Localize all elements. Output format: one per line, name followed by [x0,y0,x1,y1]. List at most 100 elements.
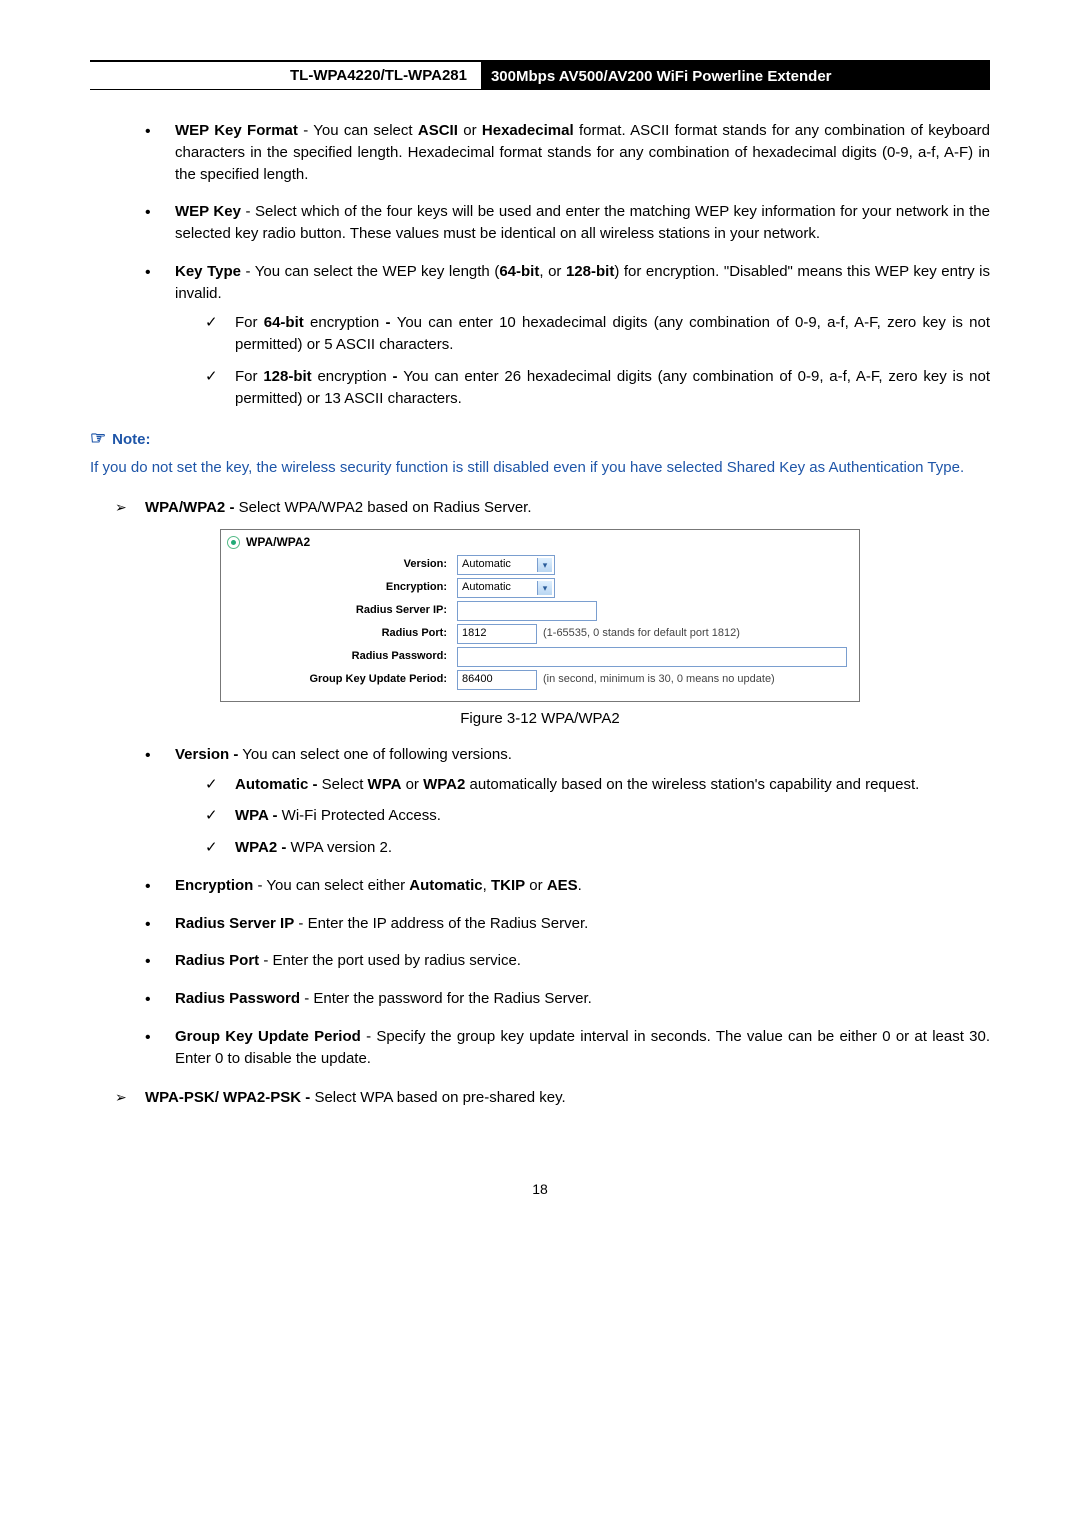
content: WEP Key Format - You can select ASCII or… [90,120,990,1200]
t: - Enter the IP address of the Radius Ser… [294,915,588,932]
t: WPA version 2. [286,839,392,856]
fig-title-row: WPA/WPA2 [227,534,853,551]
lbl: Encryption: [227,580,457,596]
wep-key-format-item: WEP Key Format - You can select ASCII or… [145,120,990,185]
gkup-input[interactable]: 86400 [457,670,537,690]
header-product: 300Mbps AV500/AV200 WiFi Powerline Exten… [481,62,990,90]
lbl: Radius Port: [227,626,457,642]
fld: 86400 (in second, minimum is 30, 0 means… [457,670,853,690]
radius-password-input[interactable] [457,647,847,667]
t: - You can select [298,122,418,139]
auto-item: Automatic - Select WPA or WPA2 automatic… [205,774,990,796]
d: - [392,368,403,385]
b: , [483,877,491,894]
fld [457,647,853,667]
hex: Hexadecimal [482,122,574,139]
wpa-arrow-list: WPA/WPA2 - Select WPA/WPA2 based on Radi… [115,497,990,519]
wpa-intro-item: WPA/WPA2 - Select WPA/WPA2 based on Radi… [115,497,990,519]
encryption-value: Automatic [462,580,511,596]
t: You can select one of following versions… [238,746,512,763]
version-value: Automatic [462,557,511,573]
lbl: Group Key Update Period: [227,672,457,688]
wpa-figure: WPA/WPA2 Version: Automatic ▾ Encryption… [220,529,860,702]
a: For [235,368,263,385]
radio-icon[interactable] [227,536,240,549]
key-type-item: Key Type - You can select the WEP key le… [145,261,990,410]
row-encryption: Encryption: Automatic ▾ [227,578,853,598]
a: For [235,314,264,331]
gkup-hint: (in second, minimum is 30, 0 means no up… [543,672,775,688]
figure-caption: Figure 3-12 WPA/WPA2 [90,708,990,730]
fld: Automatic ▾ [457,578,853,598]
a: Select [318,776,368,793]
version-item: Version - You can select one of followin… [145,744,990,859]
wpa-intro-label: WPA/WPA2 - [145,499,234,516]
l: Radius Password [175,990,300,1007]
t: - Select which of the four keys will be … [175,203,990,242]
b: 64-bit [264,314,304,331]
fig-title: WPA/WPA2 [246,534,310,551]
l: WPA2 - [235,839,286,856]
wpa-desc-list: Version - You can select one of followin… [145,744,990,1070]
b64: 64-bit [499,263,539,280]
lbl: Radius Server IP: [227,603,457,619]
wep-key-format-label: WEP Key Format [175,122,298,139]
key-type-sub: For 64-bit encryption - You can enter 10… [205,312,990,409]
l: Group Key Update Period [175,1028,361,1045]
w: WPA [368,776,402,793]
d: . [578,877,582,894]
t: automatically based on the wireless stat… [465,776,919,793]
radius-ip-item: Radius Server IP - Enter the IP address … [145,913,990,935]
note-header: ☞ Note: [90,425,990,451]
header-model: TL-WPA4220/TL-WPA281 [90,62,481,90]
psk-label: WPA-PSK/ WPA2-PSK - [145,1089,310,1106]
radius-ip-input[interactable] [457,601,597,621]
note-label: Note: [112,431,150,448]
w2: WPA2 [423,776,465,793]
encryption-item: Encryption - You can select either Autom… [145,875,990,897]
encryption-select[interactable]: Automatic ▾ [457,578,555,598]
fld [457,601,853,621]
row-radius-pw: Radius Password: [227,647,853,667]
l: Radius Port [175,952,259,969]
ascii: ASCII [418,122,458,139]
t: - Enter the port used by radius service. [259,952,521,969]
version-sub: Automatic - Select WPA or WPA2 automatic… [205,774,990,859]
wep-key-item: WEP Key - Select which of the four keys … [145,201,990,245]
lbl: Radius Password: [227,649,457,665]
wpa-intro-text: Select WPA/WPA2 based on Radius Server. [234,499,531,516]
b: 128-bit [263,368,311,385]
a: - You can select either [253,877,409,894]
chevron-down-icon: ▾ [537,581,552,595]
v: 1812 [462,626,486,642]
fld: 1812 (1-65535, 0 stands for default port… [457,624,853,644]
l: Radius Server IP [175,915,294,932]
aes: AES [547,877,578,894]
psk-arrow-list: WPA-PSK/ WPA2-PSK - Select WPA based on … [115,1087,990,1109]
page-number: 18 [90,1179,990,1199]
note-body: If you do not set the key, the wireless … [90,457,990,479]
l: Automatic - [235,776,318,793]
radius-port-input[interactable]: 1812 [457,624,537,644]
v: 86400 [462,672,493,688]
b: , or [539,263,566,280]
d: - [385,314,396,331]
t: Wi-Fi Protected Access. [278,807,441,824]
psk-item: WPA-PSK/ WPA2-PSK - Select WPA based on … [115,1087,990,1109]
for-64-item: For 64-bit encryption - You can enter 10… [205,312,990,356]
wpa2-item: WPA2 - WPA version 2. [205,837,990,859]
version-select[interactable]: Automatic ▾ [457,555,555,575]
l: Encryption [175,877,253,894]
row-gkup: Group Key Update Period: 86400 (in secon… [227,670,853,690]
wep-key-label: WEP Key [175,203,241,220]
l: WPA - [235,807,278,824]
radius-port-item: Radius Port - Enter the port used by rad… [145,950,990,972]
a: - You can select the WEP key length ( [241,263,499,280]
l: Version - [175,746,238,763]
b128: 128-bit [566,263,614,280]
note-hand-icon: ☞ [90,428,106,448]
wep-list: WEP Key Format - You can select ASCII or… [145,120,990,409]
row-radius-port: Radius Port: 1812 (1-65535, 0 stands for… [227,624,853,644]
row-version: Version: Automatic ▾ [227,555,853,575]
psk-text: Select WPA based on pre-shared key. [310,1089,565,1106]
